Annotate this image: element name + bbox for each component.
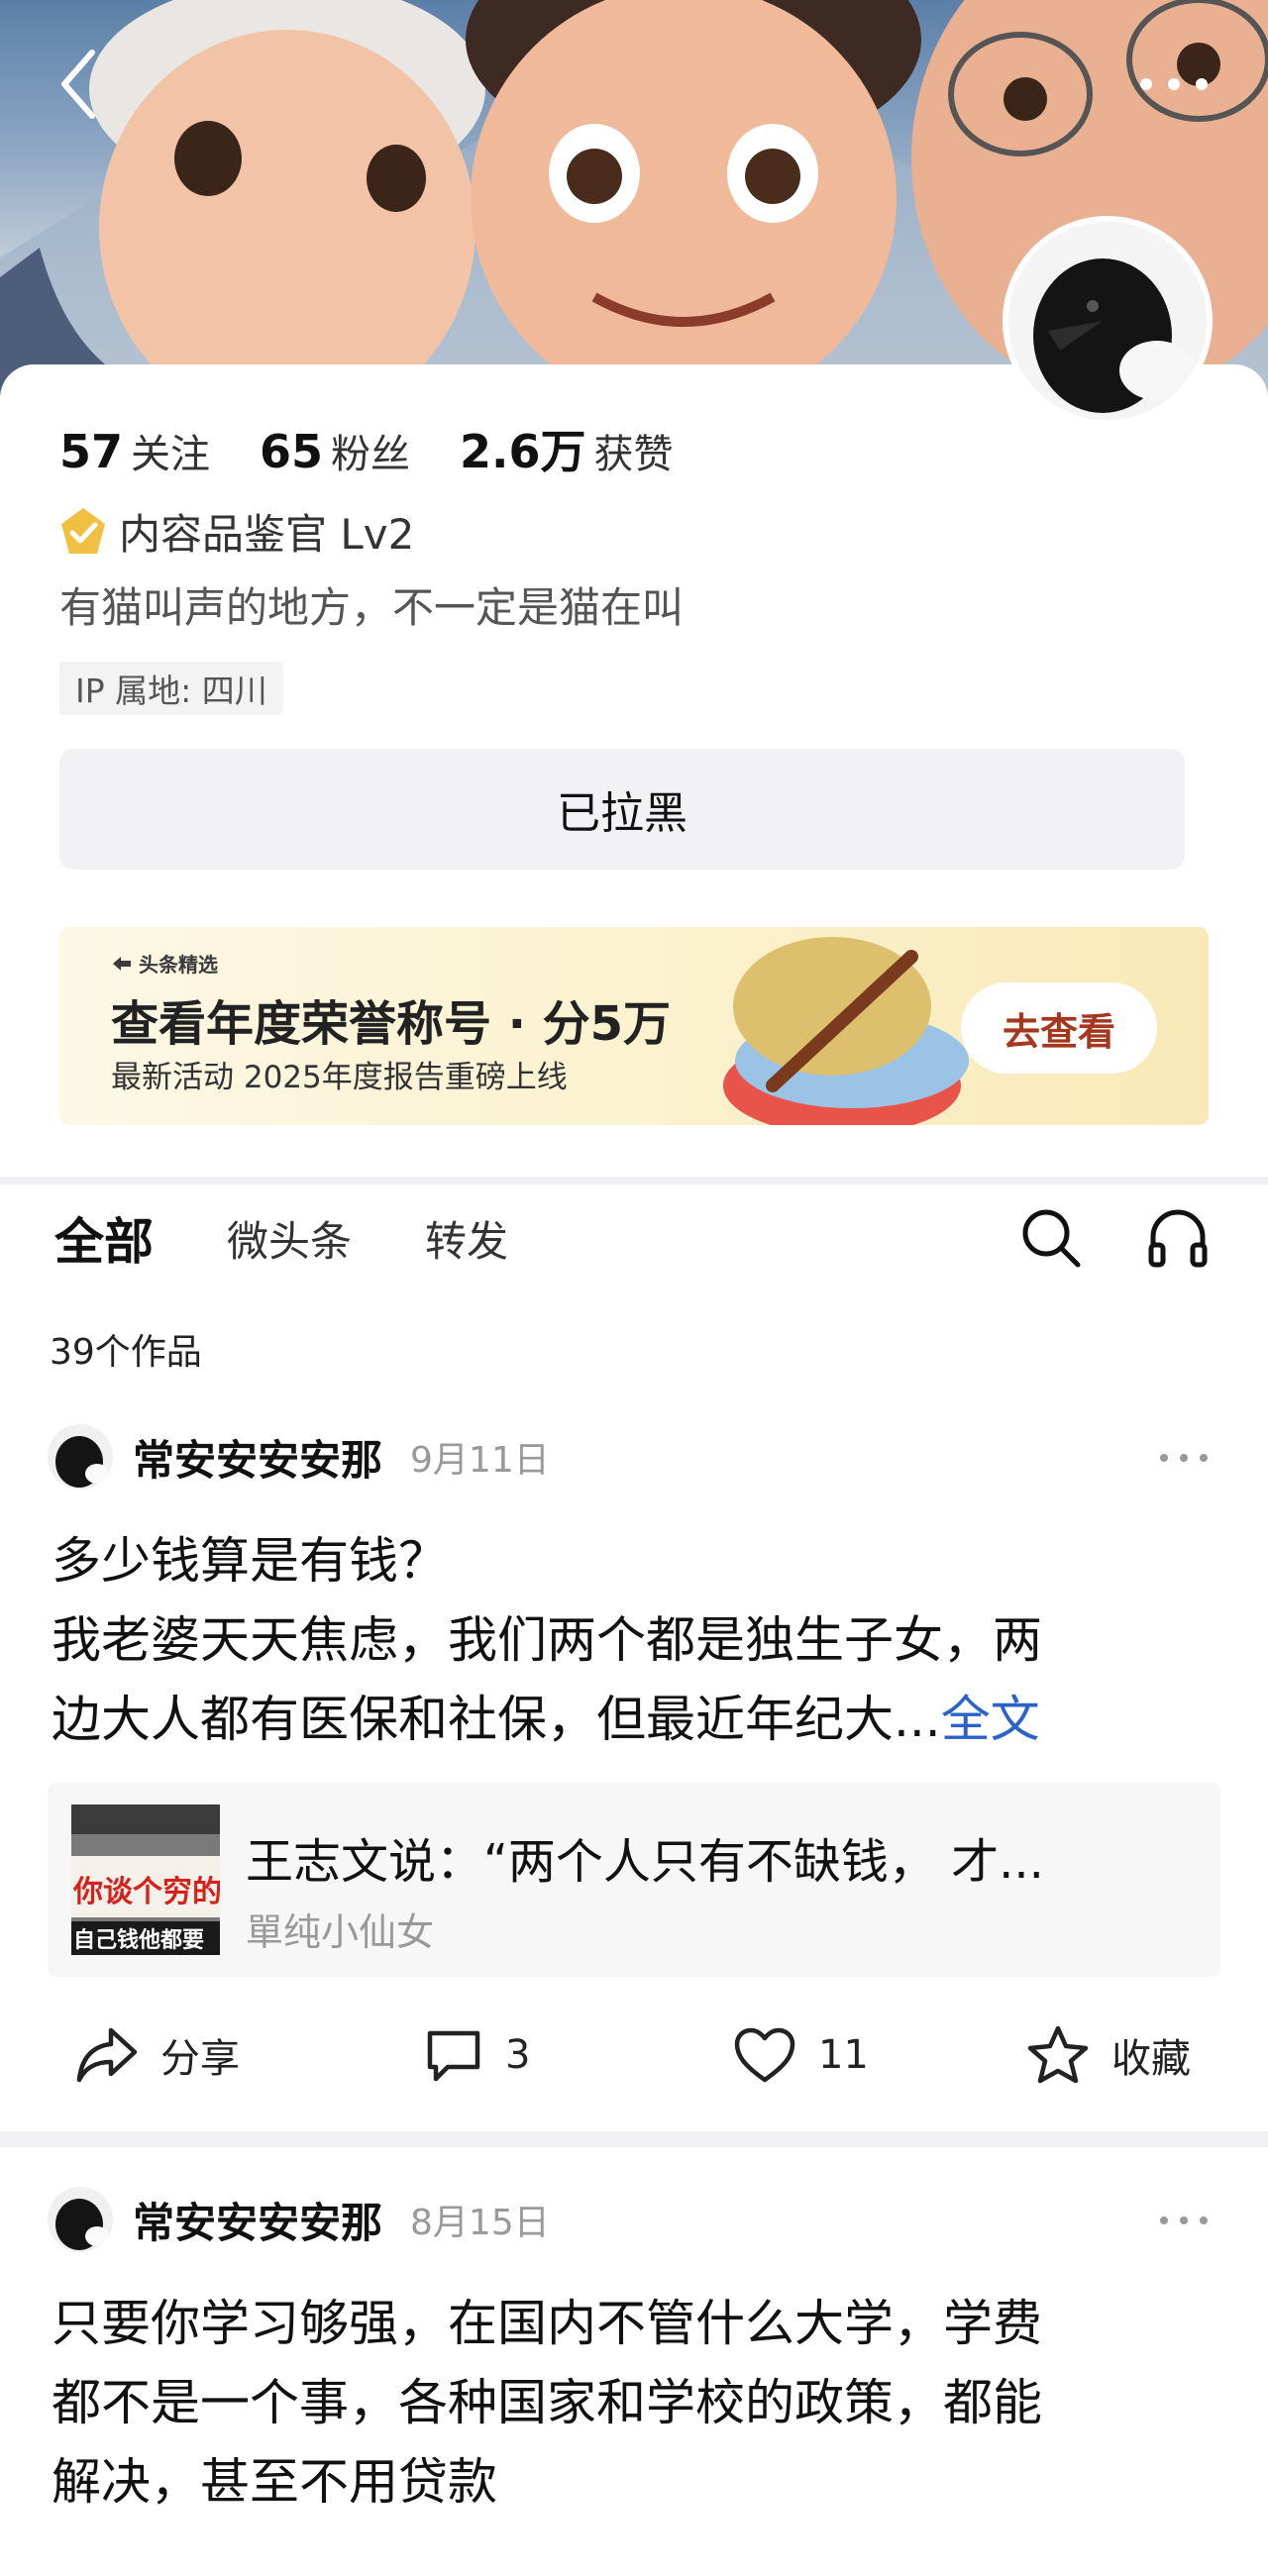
verified-badge-icon [61, 507, 105, 554]
stat-number: 2.6万 [460, 425, 586, 478]
tab-micro-headlines[interactable]: 微头条 [227, 1208, 352, 1269]
more-horizontal-icon [1160, 1454, 1208, 1462]
share-label: 分享 [160, 2036, 240, 2082]
quoted-article-thumbnail: 你谈个穷的 自己钱他都要 [71, 1804, 220, 1955]
post-more-button[interactable] [1149, 2201, 1218, 2240]
heart-icon [734, 2027, 795, 2083]
chevron-left-icon [61, 50, 95, 119]
post-body[interactable]: 只要你学习够强，在国内不管什么大学，学费 都不是一个事，各种国家和学校的政策，都… [52, 2284, 1220, 2522]
profile-bio: 有猫叫声的地方，不一定是猫在叫 [59, 583, 685, 632]
stat-likes[interactable]: 2.6万 获赞 [460, 416, 674, 481]
magpie-avatar-image [1008, 222, 1207, 420]
stat-following[interactable]: 57 关注 [59, 422, 210, 479]
quoted-article-author: 單纯小仙女 [246, 1910, 435, 1954]
magpie-avatar-image [48, 2187, 113, 2252]
more-horizontal-icon [1160, 2216, 1208, 2224]
profile-stats: 57 关注 65 粉丝 2.6万 获赞 [59, 416, 723, 481]
post-divider [0, 2131, 1268, 2147]
stat-number: 57 [59, 425, 124, 478]
post-text-line: 边大人都有医保和社保，但最近年纪大... [52, 1691, 941, 1748]
post-body[interactable]: 多少钱算是有钱？ 我老婆天天焦虑，我们两个都是独生子女，两 边大人都有医保和社保… [52, 1521, 1220, 1759]
stat-number: 65 [260, 425, 324, 478]
more-horizontal-icon [1140, 78, 1208, 90]
share-icon [76, 2027, 138, 2083]
share-button[interactable]: 分享 [75, 2010, 240, 2100]
post-author[interactable]: 常安安安安那 [133, 2190, 382, 2250]
post-date: 9月11日 [410, 1440, 550, 1481]
post-action-bar: 分享 3 11 收藏 [0, 2010, 1268, 2100]
banner-cta-button[interactable]: 去查看 [961, 982, 1157, 1074]
thumbnail-text: 你谈个穷的 [72, 1875, 220, 1909]
collect-label: 收藏 [1111, 2036, 1191, 2082]
stat-label: 粉丝 [331, 432, 411, 477]
comment-icon [427, 2030, 480, 2082]
profile-title: 内容品鉴官 Lv2 [119, 510, 415, 559]
post-header[interactable]: 常安安安安那 9月11日 [48, 1422, 550, 1492]
more-button[interactable] [1129, 54, 1218, 114]
author-avatar[interactable] [48, 2187, 113, 2252]
profile-card: 57 关注 65 粉丝 2.6万 获赞 内容品鉴官 Lv2 有猫叫声的地方，不一… [0, 364, 1268, 1177]
tab-reposts[interactable]: 转发 [425, 1208, 508, 1269]
search-button[interactable] [1016, 1203, 1086, 1273]
banner-subtitle: 最新活动 2025年度报告重磅上线 [111, 1060, 568, 1095]
brand-logo-icon [113, 956, 131, 971]
post-text-line: 都不是一个事，各种国家和学校的政策，都能 [52, 2374, 1042, 2431]
post-date: 8月15日 [410, 2203, 550, 2243]
banner-brand-text: 头条精选 [139, 953, 218, 977]
quoted-article-card[interactable]: 你谈个穷的 自己钱他都要 王志文说：“两个人只有不缺钱， 才... 單纯小仙女 [48, 1783, 1220, 1977]
post-author[interactable]: 常安安安安那 [133, 1427, 382, 1488]
search-icon [1022, 1209, 1081, 1268]
headphones-icon [1148, 1209, 1208, 1268]
like-button[interactable]: 11 [733, 2010, 869, 2100]
banner-brand: 头条精选 [111, 949, 218, 978]
stat-followers[interactable]: 65 粉丝 [260, 422, 410, 479]
title-badge-row[interactable]: 内容品鉴官 Lv2 [57, 501, 414, 562]
post-text-line: 解决，甚至不用贷款 [52, 2453, 497, 2511]
star-icon [1027, 2025, 1089, 2084]
comment-button[interactable]: 3 [424, 2010, 530, 2100]
profile-avatar[interactable] [1003, 216, 1213, 426]
content-tabs: 全部 微头条 转发 [54, 1198, 581, 1278]
tab-all[interactable]: 全部 [54, 1202, 154, 1274]
post-text-line: 多少钱算是有钱？ [52, 1532, 448, 1590]
listen-button[interactable] [1143, 1203, 1213, 1273]
thumbnail-image: 你谈个穷的 自己钱他都要 [71, 1804, 220, 1955]
quoted-article-title: 王志文说：“两个人只有不缺钱， 才... [246, 1834, 1044, 1890]
works-count: 39个作品 [50, 1332, 202, 1373]
promo-banner[interactable]: 头条精选 查看年度荣誉称号 · 分5万 最新活动 2025年度报告重磅上线 去查… [59, 927, 1209, 1125]
stat-label: 关注 [131, 432, 211, 477]
magpie-avatar-image [48, 1424, 113, 1490]
back-button[interactable] [44, 40, 113, 129]
thumbnail-text: 自己钱他都要 [73, 1927, 204, 1953]
trophy-plate-illustration [723, 937, 969, 1125]
post-header[interactable]: 常安安安安那 8月15日 [48, 2185, 550, 2254]
author-avatar[interactable] [48, 1424, 113, 1490]
blocked-button[interactable]: 已拉黑 [59, 749, 1185, 870]
like-count: 11 [818, 2032, 869, 2078]
banner-title: 查看年度荣誉称号 · 分5万 [111, 996, 672, 1052]
comment-count: 3 [505, 2032, 531, 2078]
stat-label: 获赞 [593, 432, 674, 477]
expand-full-text-link[interactable]: 全文 [941, 1691, 1040, 1748]
post-more-button[interactable] [1149, 1438, 1218, 1478]
post-text-line: 只要你学习够强，在国内不管什么大学，学费 [52, 2295, 1042, 2352]
collect-button[interactable]: 收藏 [1026, 2010, 1191, 2100]
post-text-line: 我老婆天天焦虑，我们两个都是独生子女，两 [52, 1611, 1042, 1669]
ip-location-tag: IP 属地: 四川 [59, 662, 283, 715]
